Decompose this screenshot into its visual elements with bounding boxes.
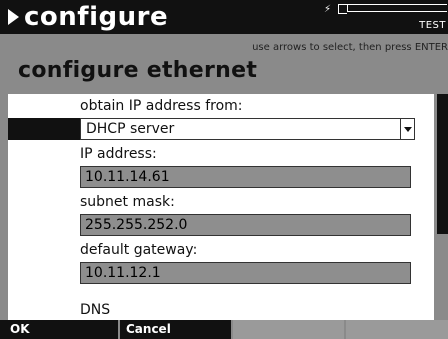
obtain-ip-label: obtain IP address from: (80, 98, 243, 114)
softkey-3[interactable] (233, 320, 344, 339)
obtain-ip-select[interactable]: DHCP server (80, 118, 415, 140)
ip-address-value: 10.11.14.61 (85, 169, 170, 185)
default-gateway-label: default gateway: (80, 242, 198, 258)
title-bar: configure ⚡ TEST (0, 0, 448, 34)
obtain-ip-value: DHCP server (86, 121, 175, 137)
subnet-mask-value: 255.255.252.0 (85, 217, 188, 233)
cancel-button[interactable]: Cancel (120, 320, 231, 339)
ip-address-label: IP address: (80, 146, 157, 162)
default-gateway-field[interactable]: 10.11.12.1 (80, 262, 411, 284)
mode-label: TEST (419, 20, 446, 31)
app-title: configure (24, 2, 169, 32)
settings-panel: obtain IP address from: DHCP server IP a… (8, 94, 434, 320)
title-arrow-icon (8, 9, 19, 25)
navigation-hint: use arrows to select, then press ENTER (252, 42, 448, 53)
subnet-mask-field[interactable]: 255.255.252.0 (80, 214, 411, 236)
softkey-bar: OK Cancel (0, 320, 448, 339)
ip-address-field[interactable]: 10.11.14.61 (80, 166, 411, 188)
status-progress-bar (347, 4, 447, 12)
dns-label: DNS (80, 302, 111, 318)
softkey-4[interactable] (346, 320, 448, 339)
chevron-down-icon[interactable] (400, 119, 414, 139)
scrollbar[interactable] (437, 94, 448, 234)
subnet-mask-label: subnet mask: (80, 194, 175, 210)
default-gateway-value: 10.11.12.1 (85, 265, 161, 281)
battery-icon (338, 4, 347, 14)
screen-title: configure ethernet (18, 58, 258, 83)
selection-highlight (8, 118, 80, 140)
ok-button[interactable]: OK (0, 320, 118, 339)
